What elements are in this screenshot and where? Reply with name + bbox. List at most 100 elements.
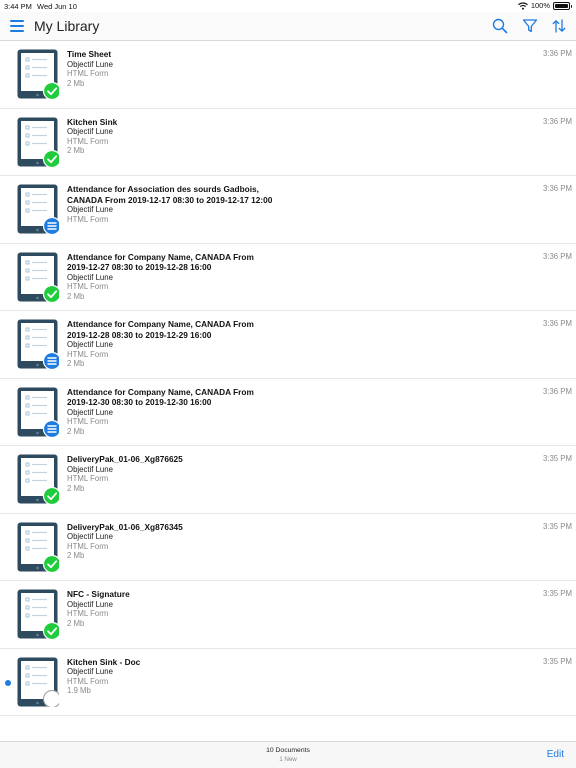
status-time: 3:44 PM bbox=[4, 2, 32, 11]
check-icon bbox=[42, 149, 59, 167]
document-time: 3:36 PM bbox=[542, 49, 572, 58]
document-name: Kitchen Sink - Doc bbox=[67, 656, 141, 667]
document-name: Time Sheet bbox=[67, 49, 112, 59]
document-time: 3:36 PM bbox=[542, 319, 572, 328]
document-info: Attendance for Company Name, CANADA From… bbox=[67, 252, 277, 302]
document-row[interactable]: Kitchen Sink Objectif Lune HTML Form 2 M… bbox=[0, 109, 576, 176]
status-right: 100% bbox=[517, 1, 572, 10]
document-type: HTML Form bbox=[67, 214, 109, 224]
document-type: HTML Form bbox=[67, 609, 109, 618]
document-size: 2 Mb bbox=[67, 359, 85, 368]
document-type: HTML Form bbox=[67, 474, 109, 483]
nav-bar: My Library bbox=[0, 12, 576, 41]
document-company: Objectif Lune bbox=[67, 407, 113, 417]
document-company: Objectif Lune bbox=[67, 667, 113, 676]
document-time: 3:36 PM bbox=[542, 386, 572, 396]
empty-circle-icon bbox=[43, 689, 59, 707]
edit-button[interactable]: Edit bbox=[547, 749, 564, 760]
document-row[interactable]: DeliveryPak_01-06_Xg876625 Objectif Lune… bbox=[0, 446, 576, 514]
document-time: 3:36 PM bbox=[542, 184, 572, 193]
check-icon bbox=[42, 554, 59, 572]
document-company: Objectif Lune bbox=[67, 127, 113, 136]
document-time: 3:36 PM bbox=[542, 251, 572, 261]
document-time: 3:36 PM bbox=[542, 116, 572, 126]
document-type: HTML Form bbox=[67, 541, 109, 551]
document-name: Attendance for Company Name, CANADA From… bbox=[67, 319, 254, 340]
filter-icon[interactable] bbox=[522, 18, 538, 34]
tablet-form-icon bbox=[17, 387, 59, 437]
tablet-form-icon bbox=[17, 454, 59, 504]
document-size: 2 Mb bbox=[67, 291, 85, 301]
document-info: DeliveryPak_01-06_Xg876625 Objectif Lune… bbox=[67, 454, 277, 493]
status-bar: 3:44 PM Wed Jun 10 100% bbox=[0, 0, 576, 12]
document-info: Kitchen Sink - Doc Objectif Lune HTML Fo… bbox=[67, 657, 277, 696]
tablet-form-icon bbox=[17, 589, 59, 639]
list-icon bbox=[42, 351, 59, 369]
tablet-form-icon bbox=[17, 252, 59, 302]
page-title: My Library bbox=[34, 18, 100, 34]
document-company: Objectif Lune bbox=[67, 464, 113, 474]
document-name: DeliveryPak_01-06_Xg876345 bbox=[67, 521, 183, 532]
tablet-form-icon bbox=[17, 117, 59, 167]
document-row[interactable]: DeliveryPak_01-06_Xg876345 Objectif Lune… bbox=[0, 514, 576, 581]
battery-percent: 100% bbox=[530, 1, 550, 10]
bottom-toolbar: 10 Documents 1 New Edit bbox=[0, 741, 576, 768]
document-row[interactable]: Attendance for Company Name, CANADA From… bbox=[0, 379, 576, 446]
document-name: Kitchen Sink bbox=[67, 116, 118, 127]
list-icon bbox=[42, 419, 59, 437]
check-icon bbox=[42, 81, 59, 99]
document-size: 2 Mb bbox=[67, 146, 85, 155]
document-time: 3:35 PM bbox=[542, 656, 572, 666]
document-company: Objectif Lune bbox=[67, 272, 113, 282]
wifi-icon bbox=[517, 1, 528, 10]
unread-dot-icon bbox=[5, 679, 11, 686]
search-icon[interactable] bbox=[492, 18, 508, 34]
document-row[interactable]: Kitchen Sink - Doc Objectif Lune HTML Fo… bbox=[0, 649, 576, 716]
document-row[interactable]: NFC - Signature Objectif Lune HTML Form … bbox=[0, 581, 576, 649]
document-size: 2 Mb bbox=[67, 551, 85, 560]
document-info: Attendance for Company Name, CANADA From… bbox=[67, 387, 277, 437]
document-info: DeliveryPak_01-06_Xg876345 Objectif Lune… bbox=[67, 522, 277, 561]
document-info: Attendance for Association des sourds Ga… bbox=[67, 184, 277, 224]
document-row[interactable]: Attendance for Company Name, CANADA From… bbox=[0, 244, 576, 311]
document-name: Attendance for Company Name, CANADA From… bbox=[67, 386, 254, 408]
check-icon bbox=[42, 486, 59, 504]
document-type: HTML Form bbox=[67, 69, 109, 78]
battery-icon bbox=[553, 1, 572, 10]
document-type: HTML Form bbox=[67, 349, 109, 359]
document-name: DeliveryPak_01-06_Xg876625 bbox=[67, 454, 183, 464]
document-info: NFC - Signature Objectif Lune HTML Form … bbox=[67, 589, 277, 628]
tablet-form-icon bbox=[17, 657, 59, 707]
document-company: Objectif Lune bbox=[67, 599, 113, 609]
document-count: 10 Documents bbox=[266, 747, 310, 754]
document-row[interactable]: Attendance for Association des sourds Ga… bbox=[0, 176, 576, 244]
document-type: HTML Form bbox=[67, 417, 109, 426]
new-count: 1 New bbox=[279, 756, 297, 763]
check-icon bbox=[42, 284, 59, 302]
document-row[interactable]: Time Sheet Objectif Lune HTML Form 2 Mb … bbox=[0, 41, 576, 109]
document-company: Objectif Lune bbox=[67, 59, 113, 69]
tablet-form-icon bbox=[17, 184, 59, 234]
tablet-form-icon bbox=[17, 522, 59, 572]
hamburger-menu-icon[interactable] bbox=[10, 19, 26, 33]
document-info: Attendance for Company Name, CANADA From… bbox=[67, 319, 277, 369]
tablet-form-icon bbox=[17, 319, 59, 369]
sort-icon[interactable] bbox=[551, 18, 567, 34]
tablet-form-icon bbox=[17, 49, 59, 99]
document-company: Objectif Lune bbox=[67, 340, 113, 349]
document-company: Objectif Lune bbox=[67, 205, 113, 214]
document-time: 3:35 PM bbox=[542, 454, 572, 463]
document-info: Kitchen Sink Objectif Lune HTML Form 2 M… bbox=[67, 117, 277, 156]
document-type: HTML Form bbox=[67, 282, 109, 291]
list-icon bbox=[42, 216, 59, 234]
document-list: Time Sheet Objectif Lune HTML Form 2 Mb … bbox=[0, 41, 576, 716]
document-size: 2 Mb bbox=[67, 618, 85, 628]
document-type: HTML Form bbox=[67, 676, 109, 686]
document-type: HTML Form bbox=[67, 136, 109, 146]
document-size: 2 Mb bbox=[67, 78, 85, 88]
document-info: Time Sheet Objectif Lune HTML Form 2 Mb bbox=[67, 49, 277, 88]
battery-level bbox=[555, 3, 568, 8]
document-row[interactable]: Attendance for Company Name, CANADA From… bbox=[0, 311, 576, 379]
document-name: Attendance for Company Name, CANADA From… bbox=[67, 251, 254, 273]
check-icon bbox=[42, 621, 59, 639]
